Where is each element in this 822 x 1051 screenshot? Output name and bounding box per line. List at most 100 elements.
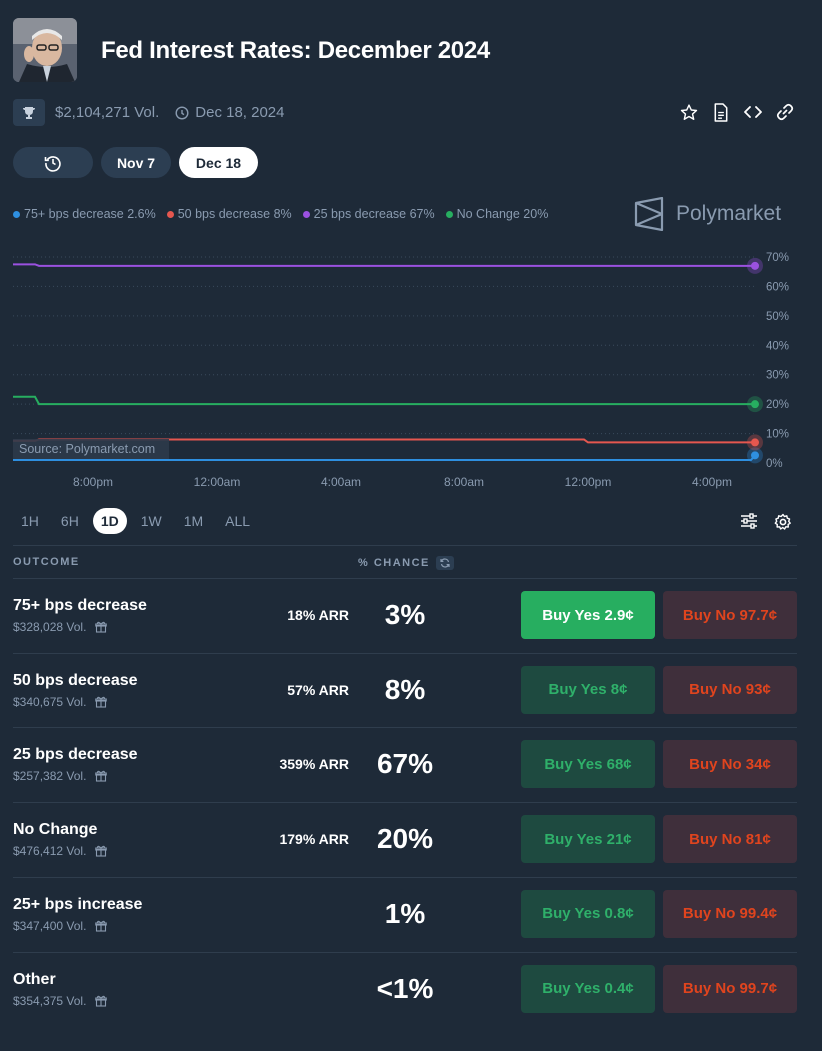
y-tick-label: 60% — [766, 281, 789, 293]
range-6h[interactable]: 6H — [53, 508, 87, 534]
polymarket-logo-icon — [634, 197, 664, 231]
legend-item: 50 bps decrease 8% — [166, 207, 292, 221]
tab-dec-18[interactable]: Dec 18 — [179, 147, 258, 178]
outcome-volume-value: $257,382 Vol. — [13, 769, 87, 784]
divider — [13, 545, 797, 546]
outcome-name: 25 bps decrease — [13, 746, 138, 764]
buy-no-button[interactable]: Buy No 93¢ — [663, 665, 797, 714]
outcome-volume: $257,382 Vol. — [13, 769, 108, 784]
settings-gear-icon[interactable] — [774, 513, 792, 536]
x-tick-label: 12:00pm — [565, 475, 612, 489]
gift-icon[interactable] — [95, 621, 108, 633]
trophy-icon[interactable] — [13, 99, 45, 126]
market-avatar — [13, 18, 77, 82]
range-selector: 1H 6H 1D 1W 1M ALL — [13, 508, 258, 534]
buy-yes-button[interactable]: Buy Yes 8¢ — [521, 665, 655, 714]
x-tick-label: 12:00am — [194, 475, 241, 489]
y-tick-label: 10% — [766, 429, 789, 441]
outcome-volume: $328,028 Vol. — [13, 620, 108, 634]
outcome-volume-value: $328,028 Vol. — [13, 620, 87, 634]
outcome-arr: 179% ARR — [279, 831, 349, 848]
document-icon[interactable] — [712, 102, 730, 122]
buy-yes-button[interactable]: Buy Yes 21¢ — [521, 815, 655, 864]
legend-item: 75+ bps decrease 2.6% — [13, 207, 156, 221]
source-watermark-text: Source: Polymarket.com — [19, 442, 155, 456]
date-tabs: Nov 7 Dec 18 — [13, 147, 258, 178]
y-tick-label: 0% — [766, 458, 783, 470]
outcome-name: 75+ bps decrease — [13, 597, 147, 614]
buy-yes-button[interactable]: Buy Yes 68¢ — [521, 740, 655, 789]
buy-no-button[interactable]: Buy No 97.7¢ — [663, 591, 797, 639]
header-actions — [680, 102, 794, 122]
legend-label: No Change 20% — [456, 207, 549, 221]
x-tick-label: 4:00pm — [692, 475, 732, 489]
outcome-arr: 57% ARR — [287, 681, 349, 698]
star-icon[interactable] — [680, 102, 698, 122]
legend-item: 25 bps decrease 67% — [302, 207, 435, 221]
range-1w[interactable]: 1W — [133, 508, 170, 534]
range-1h[interactable]: 1H — [13, 508, 47, 534]
outcome-row[interactable]: 25+ bps increase $347,400 Vol. 1% Buy Yes 0… — [13, 877, 797, 951]
outcome-row[interactable]: No Change $476,412 Vol. 179% ARR 20% Buy Yes… — [13, 802, 797, 876]
buy-yes-button[interactable]: Buy Yes 2.9¢ — [521, 591, 655, 639]
filter-sliders-icon[interactable] — [740, 513, 758, 536]
market-end-date: Dec 18, 2024 — [195, 104, 285, 121]
gift-icon[interactable] — [95, 696, 108, 708]
brand-name: Polymarket — [676, 202, 782, 225]
column-header-chance[interactable]: % CHANCE — [358, 556, 454, 570]
outcome-chance: 1% — [384, 897, 426, 929]
outcome-name: 25+ bps increase — [13, 895, 143, 913]
gift-icon[interactable] — [95, 845, 108, 857]
market-volume: $2,104,271 Vol. — [55, 104, 160, 121]
outcome-chance: 20% — [376, 823, 434, 855]
source-watermark: Source: Polymarket.com — [13, 439, 169, 459]
buy-no-button[interactable]: Buy No 99.4¢ — [663, 889, 797, 938]
gift-icon[interactable] — [95, 770, 108, 782]
chart-tools — [740, 513, 792, 536]
range-1d[interactable]: 1D — [92, 508, 127, 534]
buy-no-button[interactable]: Buy No 81¢ — [663, 815, 797, 864]
range-1m[interactable]: 1M — [176, 508, 211, 534]
refresh-icon[interactable] — [435, 556, 454, 570]
outcome-row[interactable]: 50 bps decrease $340,675 Vol. 57% ARR 8% Buy… — [13, 653, 797, 727]
outcome-chance: 3% — [384, 599, 426, 630]
gift-icon[interactable] — [95, 920, 108, 932]
outcome-name: No Change — [13, 821, 98, 839]
buy-yes-button[interactable]: Buy Yes 0.8¢ — [521, 889, 655, 938]
history-button[interactable] — [13, 147, 93, 178]
buy-no-button[interactable]: Buy No 34¢ — [663, 740, 797, 789]
range-all[interactable]: ALL — [217, 508, 258, 534]
outcome-volume: $340,675 Vol. — [13, 695, 108, 709]
outcome-row[interactable]: Other $354,375 Vol. <1% Buy Yes 0.4¢ Buy No … — [13, 952, 797, 1026]
column-header-outcome: OUTCOME — [13, 556, 80, 568]
link-icon[interactable] — [776, 102, 794, 122]
outcome-volume: $354,375 Vol. — [13, 993, 108, 1008]
outcome-volume: $347,400 Vol. — [13, 919, 108, 933]
outcome-row[interactable]: 75+ bps decrease $328,028 Vol. 18% ARR 3% Bu… — [13, 578, 797, 652]
tab-nov-7[interactable]: Nov 7 — [101, 147, 171, 178]
polymarket-logo: Polymarket — [634, 197, 781, 231]
outcome-row[interactable]: 25 bps decrease $257,382 Vol. 359% ARR 67% B… — [13, 727, 797, 801]
series-line-no-change — [13, 395, 755, 406]
y-tick-label: 50% — [766, 311, 789, 323]
legend-label: 75+ bps decrease 2.6% — [24, 207, 156, 221]
buy-no-button[interactable]: Buy No 99.7¢ — [663, 964, 797, 1013]
series-line-25-bps-decrease — [13, 263, 755, 267]
embed-code-icon[interactable] — [744, 102, 762, 122]
outcome-arr: 18% ARR — [287, 607, 349, 623]
gift-icon[interactable] — [95, 995, 108, 1007]
x-tick-label: 8:00pm — [73, 475, 113, 489]
series-end-point — [751, 438, 759, 447]
buy-yes-button[interactable]: Buy Yes 0.4¢ — [521, 964, 655, 1013]
price-chart[interactable]: 0% 10% 20% 30% 40% 50% 60% 70% 8:00pm 12:00am 4:0… — [0, 240, 822, 495]
x-tick-label: 4:00am — [321, 475, 361, 489]
x-tick-label: 8:00am — [444, 475, 484, 489]
outcome-volume-value: $354,375 Vol. — [13, 993, 87, 1008]
legend-dot — [445, 210, 453, 218]
legend-dot — [166, 210, 174, 218]
legend-dot — [13, 210, 20, 218]
series-end-point — [751, 451, 759, 460]
outcome-name: Other — [13, 970, 56, 988]
clock-icon — [175, 105, 189, 120]
chart-legend: 75+ bps decrease 2.6% 50 bps decrease 8%… — [13, 207, 548, 221]
